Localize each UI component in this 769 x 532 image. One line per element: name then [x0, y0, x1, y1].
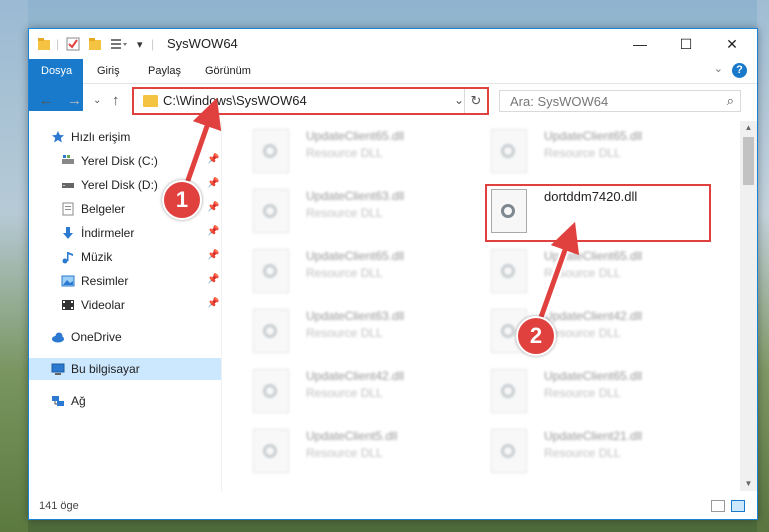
arrow-1	[183, 97, 222, 187]
step-marker-1: 1	[162, 180, 202, 220]
annotation-arrows	[181, 97, 580, 322]
step-marker-2: 2	[516, 316, 556, 356]
arrow-2	[537, 221, 580, 321]
